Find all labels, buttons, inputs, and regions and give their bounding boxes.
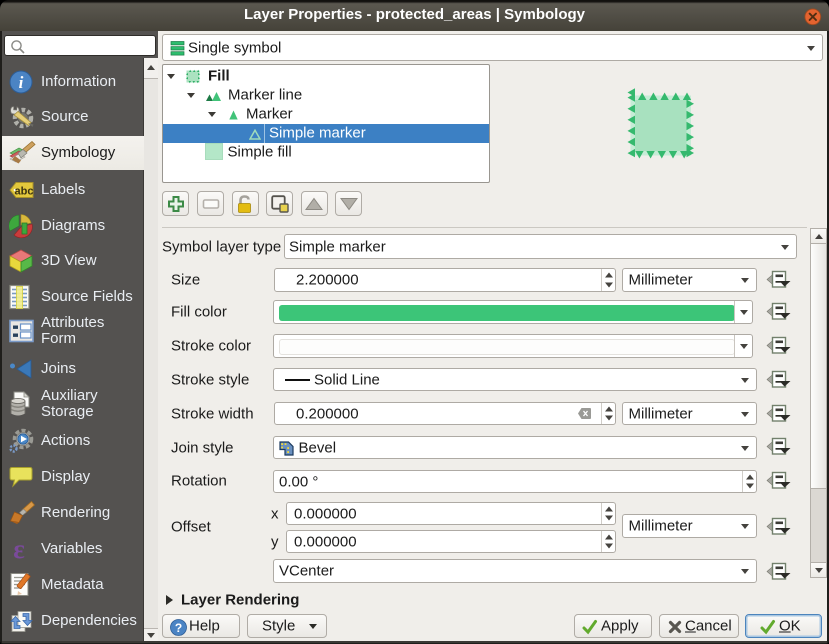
svg-text:?: ? (175, 621, 182, 635)
svg-text:abc: abc (15, 185, 34, 197)
svg-text:ε: ε (13, 537, 25, 561)
svg-text:i: i (19, 73, 24, 92)
